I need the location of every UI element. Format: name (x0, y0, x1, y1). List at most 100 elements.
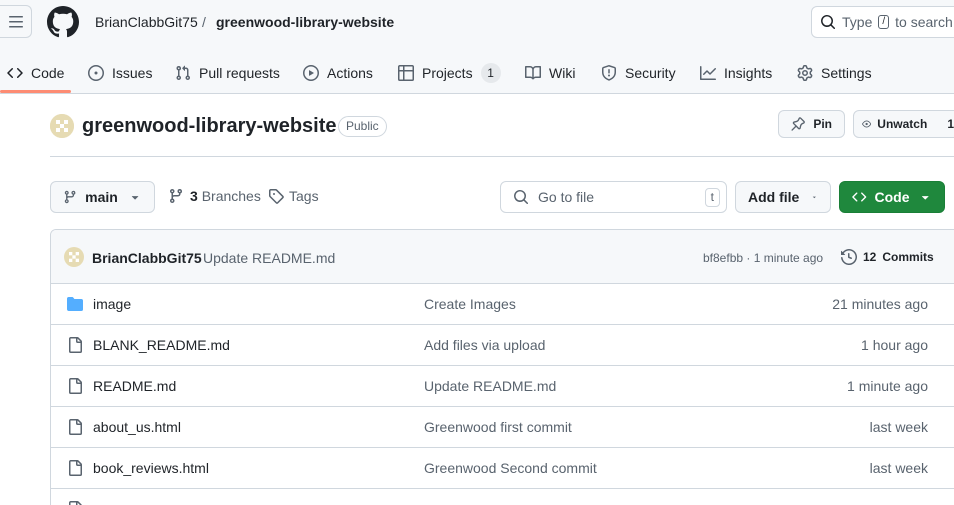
file-name[interactable]: book_reviews.html (93, 460, 209, 476)
tab-issues[interactable]: Issues (88, 52, 152, 94)
file-table: BrianClabbGit75 Update README.md bf8efbb… (50, 229, 954, 505)
pin-button[interactable]: Pin (778, 110, 845, 138)
file-row-image[interactable]: image Create Images 21 minutes ago (51, 284, 954, 325)
branch-select-button[interactable]: main (50, 181, 155, 213)
folder-icon (67, 297, 83, 311)
hamburger-menu-button[interactable] (0, 5, 32, 38)
commits-count: 12 (863, 250, 877, 264)
file-row-partial[interactable] (51, 489, 954, 505)
branch-icon (64, 190, 76, 204)
caret-down-icon (921, 196, 929, 200)
commit-author-avatar[interactable] (64, 247, 84, 267)
commits-link[interactable]: 12 Commits (841, 249, 934, 265)
github-logo-icon[interactable] (47, 6, 79, 38)
gear-icon (797, 65, 813, 81)
code-icon (7, 67, 23, 79)
file-row-about-us[interactable]: about_us.html Greenwood first commit las… (51, 407, 954, 448)
repo-title[interactable]: greenwood-library-website (82, 115, 337, 138)
file-date: last week (869, 460, 928, 476)
breadcrumb-owner-link[interactable]: BrianClabbGit75 (95, 14, 198, 30)
tab-code-label: Code (31, 65, 65, 81)
shield-icon (602, 65, 616, 81)
latest-commit-bar: BrianClabbGit75 Update README.md bf8efbb… (51, 230, 954, 284)
file-commit-message[interactable]: Create Images (424, 296, 516, 312)
breadcrumb-separator: / (202, 14, 206, 30)
tab-settings[interactable]: Settings (797, 52, 872, 94)
code-button[interactable]: Code (839, 181, 945, 213)
tab-insights-label: Insights (724, 65, 773, 81)
tab-issues-label: Issues (112, 65, 153, 81)
add-file-label: Add file (748, 189, 800, 205)
tab-actions-label: Actions (327, 65, 373, 81)
tab-code[interactable]: Code (7, 52, 64, 94)
commit-sha-time[interactable]: bf8efbb · 1 minute ago (703, 251, 823, 265)
file-commit-message[interactable]: Add files via upload (424, 337, 545, 353)
file-name[interactable]: BLANK_README.md (93, 337, 230, 353)
tab-pull-requests-label: Pull requests (199, 65, 280, 81)
tab-wiki[interactable]: Wiki (525, 52, 575, 94)
file-row-readme[interactable]: README.md Update README.md 1 minute ago (51, 366, 954, 407)
global-search-input[interactable]: Type / to search (811, 6, 954, 38)
tab-insights[interactable]: Insights (700, 52, 772, 94)
tags-label: Tags (289, 188, 319, 204)
file-icon (69, 419, 82, 435)
file-commit-message[interactable]: Update README.md (424, 378, 556, 394)
tags-link[interactable]: Tags (268, 188, 319, 204)
file-commit-message[interactable]: Greenwood Second commit (424, 460, 597, 476)
watch-button[interactable]: Unwatch 1 (853, 110, 954, 138)
file-row-blank-readme[interactable]: BLANK_README.md Add files via upload 1 h… (51, 325, 954, 366)
branches-count: 3 (190, 188, 198, 204)
search-icon (821, 15, 836, 30)
tab-pull-requests[interactable]: Pull requests (175, 52, 280, 94)
play-icon (303, 65, 319, 81)
file-date: last week (869, 419, 928, 435)
tab-security-label: Security (625, 65, 676, 81)
projects-count-badge: 1 (480, 63, 501, 83)
watch-count: 1 (947, 117, 954, 131)
commit-author[interactable]: BrianClabbGit75 (92, 250, 202, 266)
tab-settings-label: Settings (821, 65, 872, 81)
commit-message[interactable]: Update README.md (203, 250, 335, 266)
file-name[interactable]: image (93, 296, 131, 312)
book-icon (525, 65, 541, 80)
search-suffix: to search (895, 14, 953, 30)
tab-actions[interactable]: Actions (303, 52, 373, 94)
repo-owner-avatar[interactable] (50, 114, 74, 138)
tab-projects-label: Projects (422, 65, 473, 81)
go-to-file-input[interactable]: Go to file t (500, 181, 727, 213)
caret-down-icon (813, 196, 817, 199)
issue-icon (88, 65, 104, 81)
heading-divider (50, 156, 954, 157)
table-icon (398, 65, 414, 81)
active-tab-underline (0, 90, 71, 93)
branches-link[interactable]: 3 Branches (168, 188, 261, 204)
go-to-file-placeholder: Go to file (538, 189, 595, 205)
file-date: 1 hour ago (861, 337, 928, 353)
pin-icon (791, 117, 805, 131)
repo-nav: Code Issues Pull requests Actions Projec… (0, 52, 954, 94)
breadcrumb-repo-link[interactable]: greenwood-library-website (216, 14, 394, 30)
search-shortcut-key: / (878, 15, 890, 29)
search-label: Type (842, 14, 873, 30)
tab-projects[interactable]: Projects 1 (398, 52, 501, 94)
file-commit-message[interactable]: Greenwood first commit (424, 419, 572, 435)
file-date: 1 minute ago (847, 378, 928, 394)
pull-request-icon (176, 65, 191, 81)
file-icon (69, 378, 82, 394)
file-name[interactable]: README.md (93, 378, 176, 394)
eye-icon (862, 120, 872, 128)
file-name[interactable]: about_us.html (93, 419, 181, 435)
tab-wiki-label: Wiki (549, 65, 576, 81)
file-icon (69, 460, 82, 476)
file-row-book-reviews[interactable]: book_reviews.html Greenwood Second commi… (51, 448, 954, 489)
go-to-file-shortcut: t (704, 188, 720, 207)
caret-down-icon (131, 196, 139, 200)
code-icon (852, 192, 867, 202)
search-icon (514, 190, 529, 205)
tab-security[interactable]: Security (601, 52, 676, 94)
file-icon (69, 501, 82, 505)
history-icon (841, 249, 857, 265)
tag-icon (269, 189, 284, 204)
code-button-label: Code (874, 189, 910, 205)
add-file-button[interactable]: Add file (735, 181, 831, 213)
